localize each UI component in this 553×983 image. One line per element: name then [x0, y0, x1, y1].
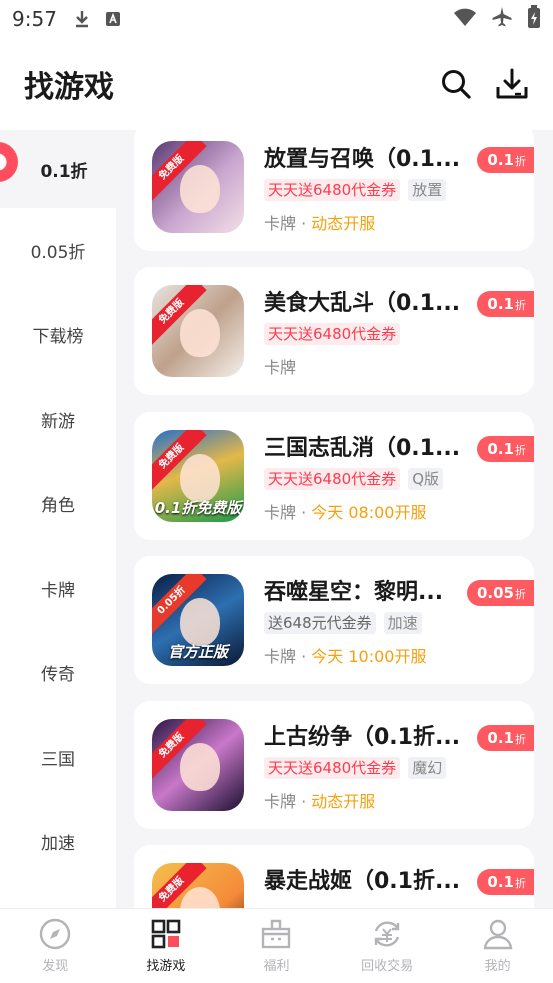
- nav-welfare[interactable]: 福利: [221, 909, 332, 983]
- game-name: 放置与召唤（0.1...: [264, 147, 461, 172]
- battery-icon: [527, 5, 541, 33]
- sidebar-item-active[interactable]: 0.1折: [0, 130, 116, 208]
- game-name: 吞噬星空：黎明...: [264, 580, 444, 605]
- server-status: 动态开服: [311, 214, 376, 233]
- sidebar-item-card[interactable]: 卡牌: [0, 563, 116, 613]
- bottom-nav: 发现 找游戏 福利 回收交易 我的: [0, 908, 553, 983]
- header: 找游戏: [0, 38, 553, 130]
- game-icon: 免费版: [152, 285, 244, 377]
- game-icon: 0.05折 官方正版: [152, 574, 244, 666]
- sidebar-item-legend[interactable]: 传奇: [0, 647, 116, 697]
- search-button[interactable]: [439, 67, 473, 101]
- game-name: 暴走战姬（0.1折...: [264, 869, 461, 894]
- promo-tag: 天天送6480代金券: [264, 179, 401, 201]
- promo-tag: 送648元代金券: [264, 612, 376, 634]
- discount-badge: 0.1 折: [477, 147, 534, 173]
- wifi-icon: [453, 7, 477, 31]
- category-sidebar: 0.1折 0.05折 下载榜 新游 角色 卡牌 传奇 三国 加速: [0, 130, 116, 908]
- genre-tag: Q版: [408, 468, 443, 490]
- genre-tag: 魔幻: [408, 757, 447, 779]
- genre-tag: 放置: [408, 179, 447, 201]
- game-card[interactable]: 0.05折 官方正版 吞噬星空：黎明... 送648元代金券 加速 卡牌 · 今天…: [134, 556, 534, 684]
- discount-badge: 0.05 折: [466, 580, 534, 606]
- user-icon: [483, 919, 513, 950]
- download-icon: [496, 68, 528, 99]
- sidebar-item-role[interactable]: 角色: [0, 478, 116, 528]
- game-meta: 卡牌: [264, 358, 297, 377]
- recycle-icon: [374, 921, 400, 947]
- game-card[interactable]: 免费版 放置与召唤（0.1... 天天送6480代金券 放置 卡牌 · 动态开服…: [134, 123, 534, 251]
- gift-icon: [262, 919, 291, 949]
- sidebar-item-new[interactable]: 新游: [0, 394, 116, 444]
- page-title: 找游戏: [24, 70, 114, 105]
- game-card[interactable]: 免费版 0.1折免费版 三国志乱消（0.1... 天天送6480代金券 Q版 卡牌…: [134, 412, 534, 540]
- promo-tag: 天天送6480代金券: [264, 323, 401, 345]
- grid-icon: [151, 919, 181, 949]
- sidebar-item-label: 0.1折: [40, 161, 88, 182]
- nav-recycle-trade[interactable]: 回收交易: [332, 909, 443, 983]
- game-icon: 免费版: [152, 719, 244, 811]
- server-status: 今天 08:00开服: [311, 503, 427, 522]
- screen: 9:57 找游戏 0.1折 0.05折 下载榜 新游 角色 卡牌 传奇 三国 加…: [0, 0, 553, 983]
- download-status-icon: [73, 9, 91, 29]
- promo-tag: 天天送6480代金券: [264, 757, 401, 779]
- nav-mine[interactable]: 我的: [442, 909, 553, 983]
- sidebar-item-speedup[interactable]: 加速: [0, 816, 116, 866]
- game-meta: 卡牌 · 动态开服: [264, 792, 376, 811]
- game-name: 三国志乱消（0.1...: [264, 436, 461, 461]
- sidebar-item-0.05[interactable]: 0.05折: [0, 225, 116, 275]
- game-card[interactable]: 免费版 上古纷争（0.1折... 天天送6480代金券 魔幻 卡牌 · 动态开服…: [134, 701, 534, 829]
- sidebar-item-three-kingdoms[interactable]: 三国: [0, 732, 116, 782]
- game-icon: 免费版 0.1折免费版: [152, 430, 244, 522]
- discount-badge: 0.1 折: [477, 436, 534, 462]
- discount-badge: 0.1 折: [477, 291, 534, 317]
- game-icon: 免费版: [152, 141, 244, 233]
- status-time: 9:57: [12, 7, 57, 31]
- sidebar-item-download-rank[interactable]: 下载榜: [0, 309, 116, 359]
- server-status: 动态开服: [311, 792, 376, 811]
- nav-discover[interactable]: 发现: [0, 909, 111, 983]
- app-status-icon: [105, 11, 121, 27]
- airplane-icon: [491, 6, 513, 32]
- compass-icon: [40, 918, 71, 950]
- game-name: 美食大乱斗（0.1...: [264, 291, 461, 316]
- status-bar: 9:57: [0, 0, 553, 38]
- discount-badge: 0.1 折: [477, 725, 534, 751]
- game-meta: 卡牌 · 动态开服: [264, 214, 376, 233]
- genre-tag: 加速: [383, 612, 422, 634]
- discount-badge: 0.1 折: [477, 869, 534, 895]
- promo-tag: 天天送6480代金券: [264, 468, 401, 490]
- active-indicator-icon: [0, 142, 18, 182]
- game-name: 上古纷争（0.1折...: [264, 725, 461, 750]
- server-status: 今天 10:00开服: [311, 647, 427, 666]
- game-meta: 卡牌 · 今天 08:00开服: [264, 503, 427, 522]
- download-manager-button[interactable]: [495, 67, 529, 101]
- game-card[interactable]: 免费版 美食大乱斗（0.1... 天天送6480代金券 卡牌 0.1 折: [134, 267, 534, 395]
- search-icon: [442, 70, 471, 99]
- nav-find-games[interactable]: 找游戏: [111, 909, 222, 983]
- game-meta: 卡牌 · 今天 10:00开服: [264, 647, 427, 666]
